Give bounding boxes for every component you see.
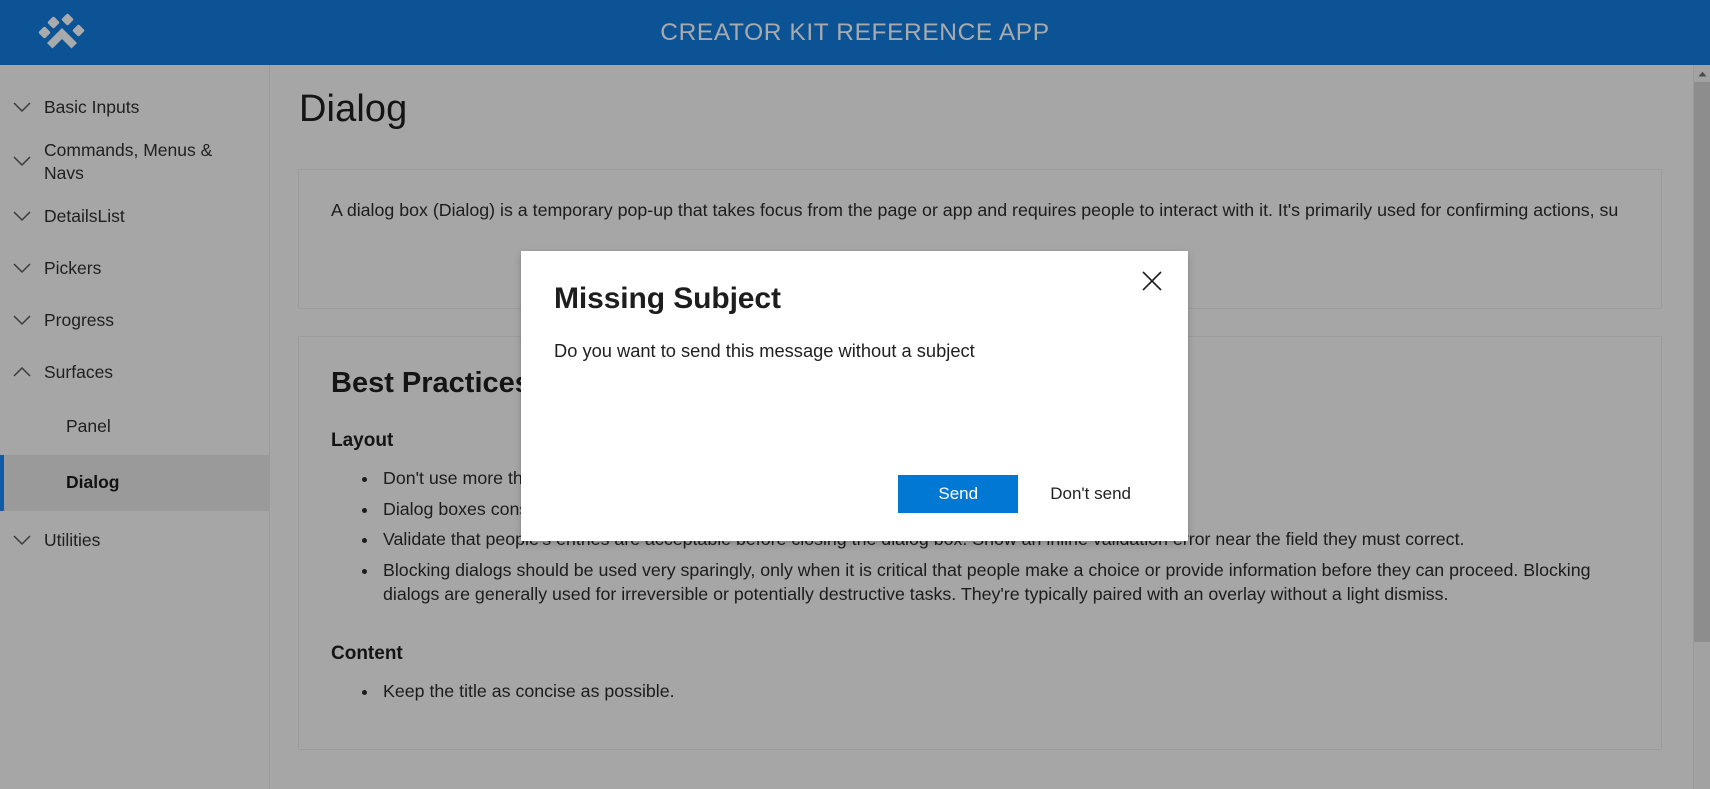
sidebar-item-dialog[interactable]: Dialog <box>0 454 269 511</box>
dialog-body: Missing Subject Do you want to send this… <box>521 251 1188 364</box>
chevron-down-icon <box>0 156 44 167</box>
vertical-scrollbar[interactable] <box>1693 65 1710 789</box>
sidebar-item-surfaces[interactable]: Surfaces <box>0 347 269 399</box>
list-item: Blocking dialogs should be used very spa… <box>379 558 1629 607</box>
sidebar-item-pickers[interactable]: Pickers <box>0 243 269 295</box>
sidebar-item-label: DetailsList <box>44 206 125 227</box>
chevron-down-icon <box>0 263 44 274</box>
sidebar-item-panel[interactable]: Panel <box>0 399 269 455</box>
content-bullet-list: Keep the title as concise as possible. <box>351 679 1629 704</box>
sidebar-item-progress[interactable]: Progress <box>0 295 269 347</box>
sidebar-item-detailslist[interactable]: DetailsList <box>0 191 269 243</box>
sidebar-item-basic-inputs[interactable]: Basic Inputs <box>0 81 269 133</box>
sidebar-item-commands-menus-navs[interactable]: Commands, Menus & Navs <box>0 133 269 191</box>
paw-logo-icon <box>38 12 90 54</box>
sidebar-item-label: Basic Inputs <box>44 96 140 117</box>
list-item: Keep the title as concise as possible. <box>379 679 1629 704</box>
app-root: CREATOR KIT REFERENCE APP Basic Inputs C… <box>0 0 1710 789</box>
chevron-down-icon <box>0 535 44 546</box>
chevron-down-icon <box>0 315 44 326</box>
sidebar-item-label: Utilities <box>44 530 101 551</box>
close-icon[interactable] <box>1129 262 1175 300</box>
sidebar-item-label: Panel <box>66 416 111 436</box>
app-title: CREATOR KIT REFERENCE APP <box>660 18 1050 46</box>
content-heading: Content <box>331 642 403 664</box>
missing-subject-dialog: Missing Subject Do you want to send this… <box>521 251 1188 541</box>
dont-send-button[interactable]: Don't send <box>1027 475 1154 513</box>
sidebar-item-utilities[interactable]: Utilities <box>0 515 269 567</box>
sidebar-item-label: Commands, Menus & Navs <box>44 140 213 183</box>
sidebar-nav: Basic Inputs Commands, Menus & Navs Deta… <box>0 65 270 789</box>
sidebar-item-label: Progress <box>44 310 115 331</box>
page-title: Dialog <box>299 88 408 130</box>
chevron-down-icon <box>0 101 44 113</box>
dialog-title: Missing Subject <box>554 282 781 315</box>
chevron-down-icon <box>0 211 44 222</box>
description-text: A dialog box (Dialog) is a temporary pop… <box>331 200 1619 220</box>
app-header: CREATOR KIT REFERENCE APP <box>0 0 1710 65</box>
selection-indicator <box>0 454 4 511</box>
scrollbar-thumb[interactable] <box>1694 82 1710 642</box>
dialog-footer: Send Don't send <box>521 475 1188 541</box>
chevron-up-icon <box>0 367 44 378</box>
sidebar-item-label: Dialog <box>66 472 120 492</box>
send-button[interactable]: Send <box>898 475 1019 513</box>
scroll-up-arrow-icon[interactable] <box>1694 65 1710 82</box>
sidebar-item-label: Surfaces <box>44 362 114 383</box>
sidebar-item-label: Pickers <box>44 258 102 279</box>
dialog-message: Do you want to send this message without… <box>554 340 975 361</box>
